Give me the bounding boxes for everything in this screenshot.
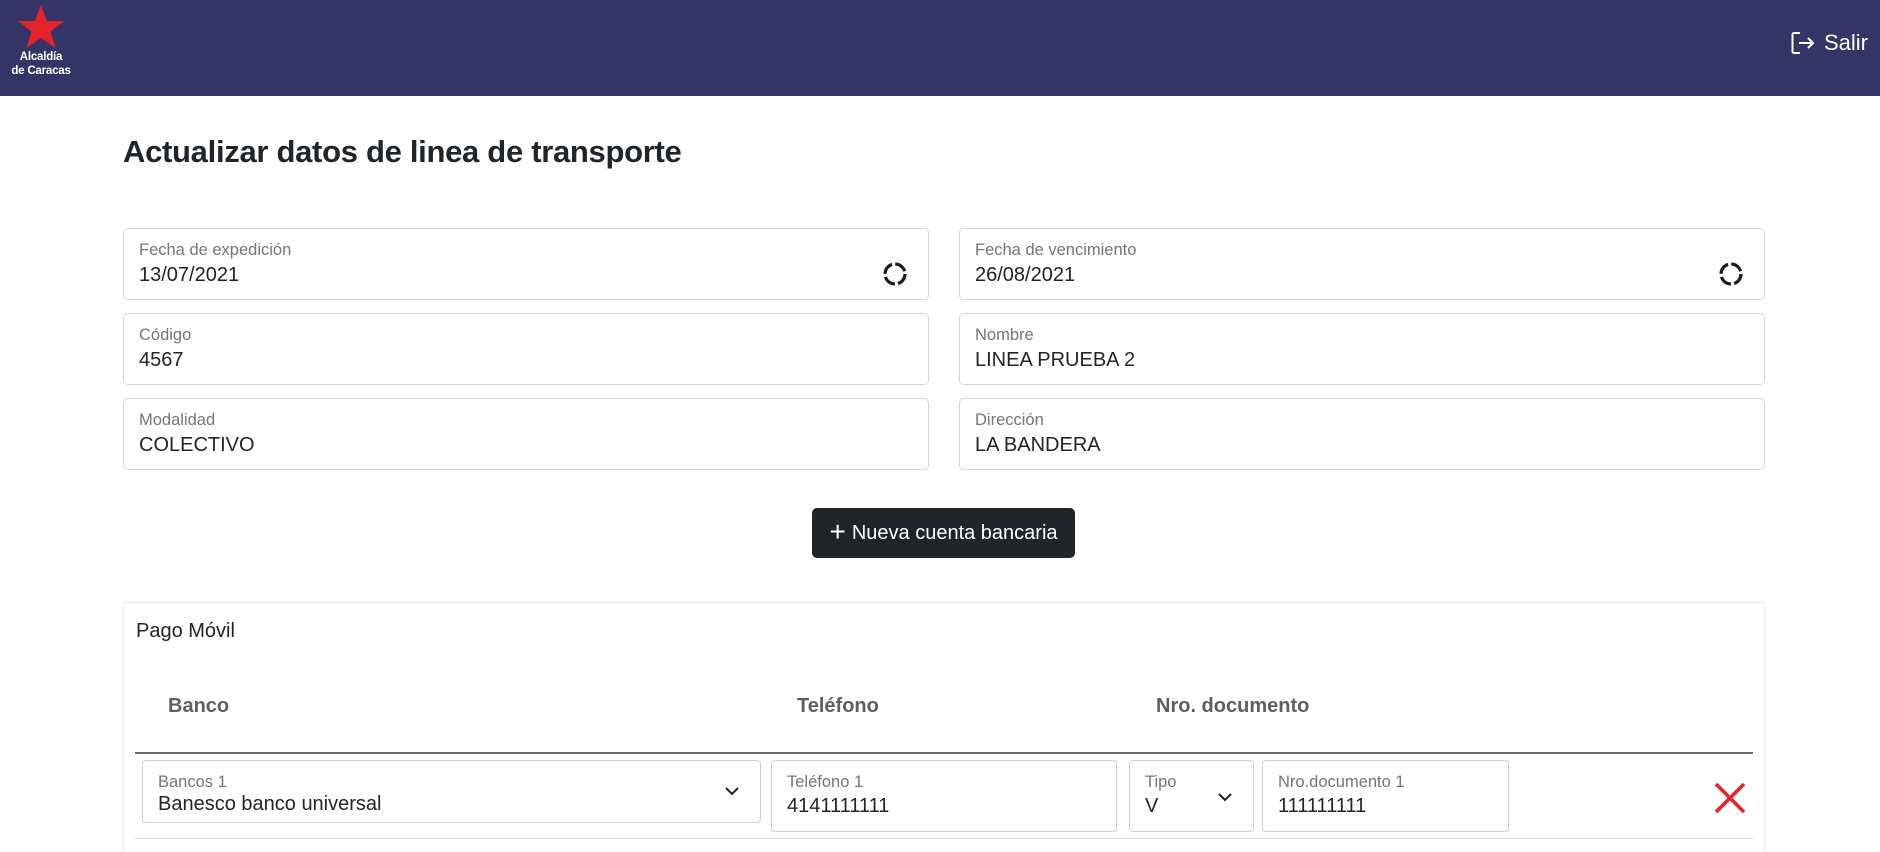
- fecha-vencimiento-field[interactable]: Fecha de vencimiento 26/08/2021: [959, 228, 1765, 300]
- column-header-telefono: Teléfono: [797, 695, 879, 717]
- nombre-value: LINEA PRUEBA 2: [975, 349, 1136, 371]
- logout-label: Salir: [1823, 30, 1868, 55]
- modalidad-field[interactable]: Modalidad COLECTIVO: [123, 398, 929, 470]
- table-row-divider: [135, 838, 1753, 839]
- fecha-expedicion-field[interactable]: Fecha de expedición 13/07/2021: [123, 228, 929, 300]
- direccion-label: Dirección: [975, 411, 1044, 429]
- telefono-input-label: Teléfono 1: [787, 773, 864, 791]
- telefono-input-value: 4141111111: [787, 795, 890, 817]
- loading-spinner-icon: [1719, 262, 1743, 286]
- codigo-label: Código: [139, 326, 192, 344]
- nro-documento-value: 111111111: [1278, 795, 1367, 817]
- logout-button[interactable]: Salir: [1790, 28, 1868, 58]
- page-title: Actualizar datos de linea de transporte: [123, 134, 682, 169]
- star-icon: [18, 5, 64, 48]
- tipo-documento-label: Tipo: [1145, 773, 1177, 791]
- tipo-documento-select[interactable]: Tipo V: [1129, 760, 1254, 832]
- new-bank-account-label: Nueva cuenta bancaria: [851, 521, 1058, 544]
- direccion-value: LA BANDERA: [975, 434, 1101, 456]
- pago-movil-card: Pago Móvil Banco Teléfono Nro. documento…: [123, 602, 1765, 852]
- nombre-label: Nombre: [975, 326, 1034, 344]
- codigo-value: 4567: [139, 349, 184, 371]
- chevron-down-icon: [1218, 793, 1232, 802]
- new-bank-account-button[interactable]: + Nueva cuenta bancaria: [812, 508, 1075, 558]
- nro-documento-label: Nro.documento 1: [1278, 773, 1405, 791]
- tipo-documento-value: V: [1145, 795, 1159, 817]
- bank-select-label: Bancos 1: [158, 773, 227, 791]
- fecha-vencimiento-label: Fecha de vencimiento: [975, 241, 1137, 259]
- modalidad-value: COLECTIVO: [139, 434, 255, 456]
- logout-icon: [1791, 32, 1815, 54]
- modalidad-label: Modalidad: [139, 411, 216, 429]
- bank-select[interactable]: Bancos 1 Banesco banco universal: [142, 760, 761, 823]
- plus-icon: +: [829, 515, 846, 547]
- codigo-field[interactable]: Código 4567: [123, 313, 929, 385]
- close-x-icon[interactable]: [1713, 781, 1747, 815]
- telefono-input[interactable]: Teléfono 1 4141111111: [771, 760, 1117, 832]
- nombre-field[interactable]: Nombre LINEA PRUEBA 2: [959, 313, 1765, 385]
- pago-movil-title: Pago Móvil: [136, 620, 235, 642]
- loading-spinner-icon: [883, 262, 907, 286]
- chevron-down-icon: [725, 787, 739, 796]
- alcaldia-logo[interactable]: Alcaldía de Caracas: [6, 4, 76, 84]
- nro-documento-input[interactable]: Nro.documento 1 111111111: [1262, 760, 1509, 832]
- column-header-banco: Banco: [168, 695, 230, 717]
- bank-select-value: Banesco banco universal: [158, 793, 382, 815]
- fecha-vencimiento-value: 26/08/2021: [975, 264, 1076, 286]
- fecha-expedicion-value: 13/07/2021: [139, 264, 240, 286]
- top-navbar: Alcaldía de Caracas Salir: [0, 0, 1880, 96]
- fecha-expedicion-label: Fecha de expedición: [139, 241, 292, 259]
- table-header-divider: [135, 752, 1753, 754]
- column-header-nro-documento: Nro. documento: [1156, 695, 1310, 717]
- logo-text-line2: de Caracas: [11, 65, 71, 77]
- direccion-field[interactable]: Dirección LA BANDERA: [959, 398, 1765, 470]
- logo-text-line1: Alcaldía: [19, 51, 63, 63]
